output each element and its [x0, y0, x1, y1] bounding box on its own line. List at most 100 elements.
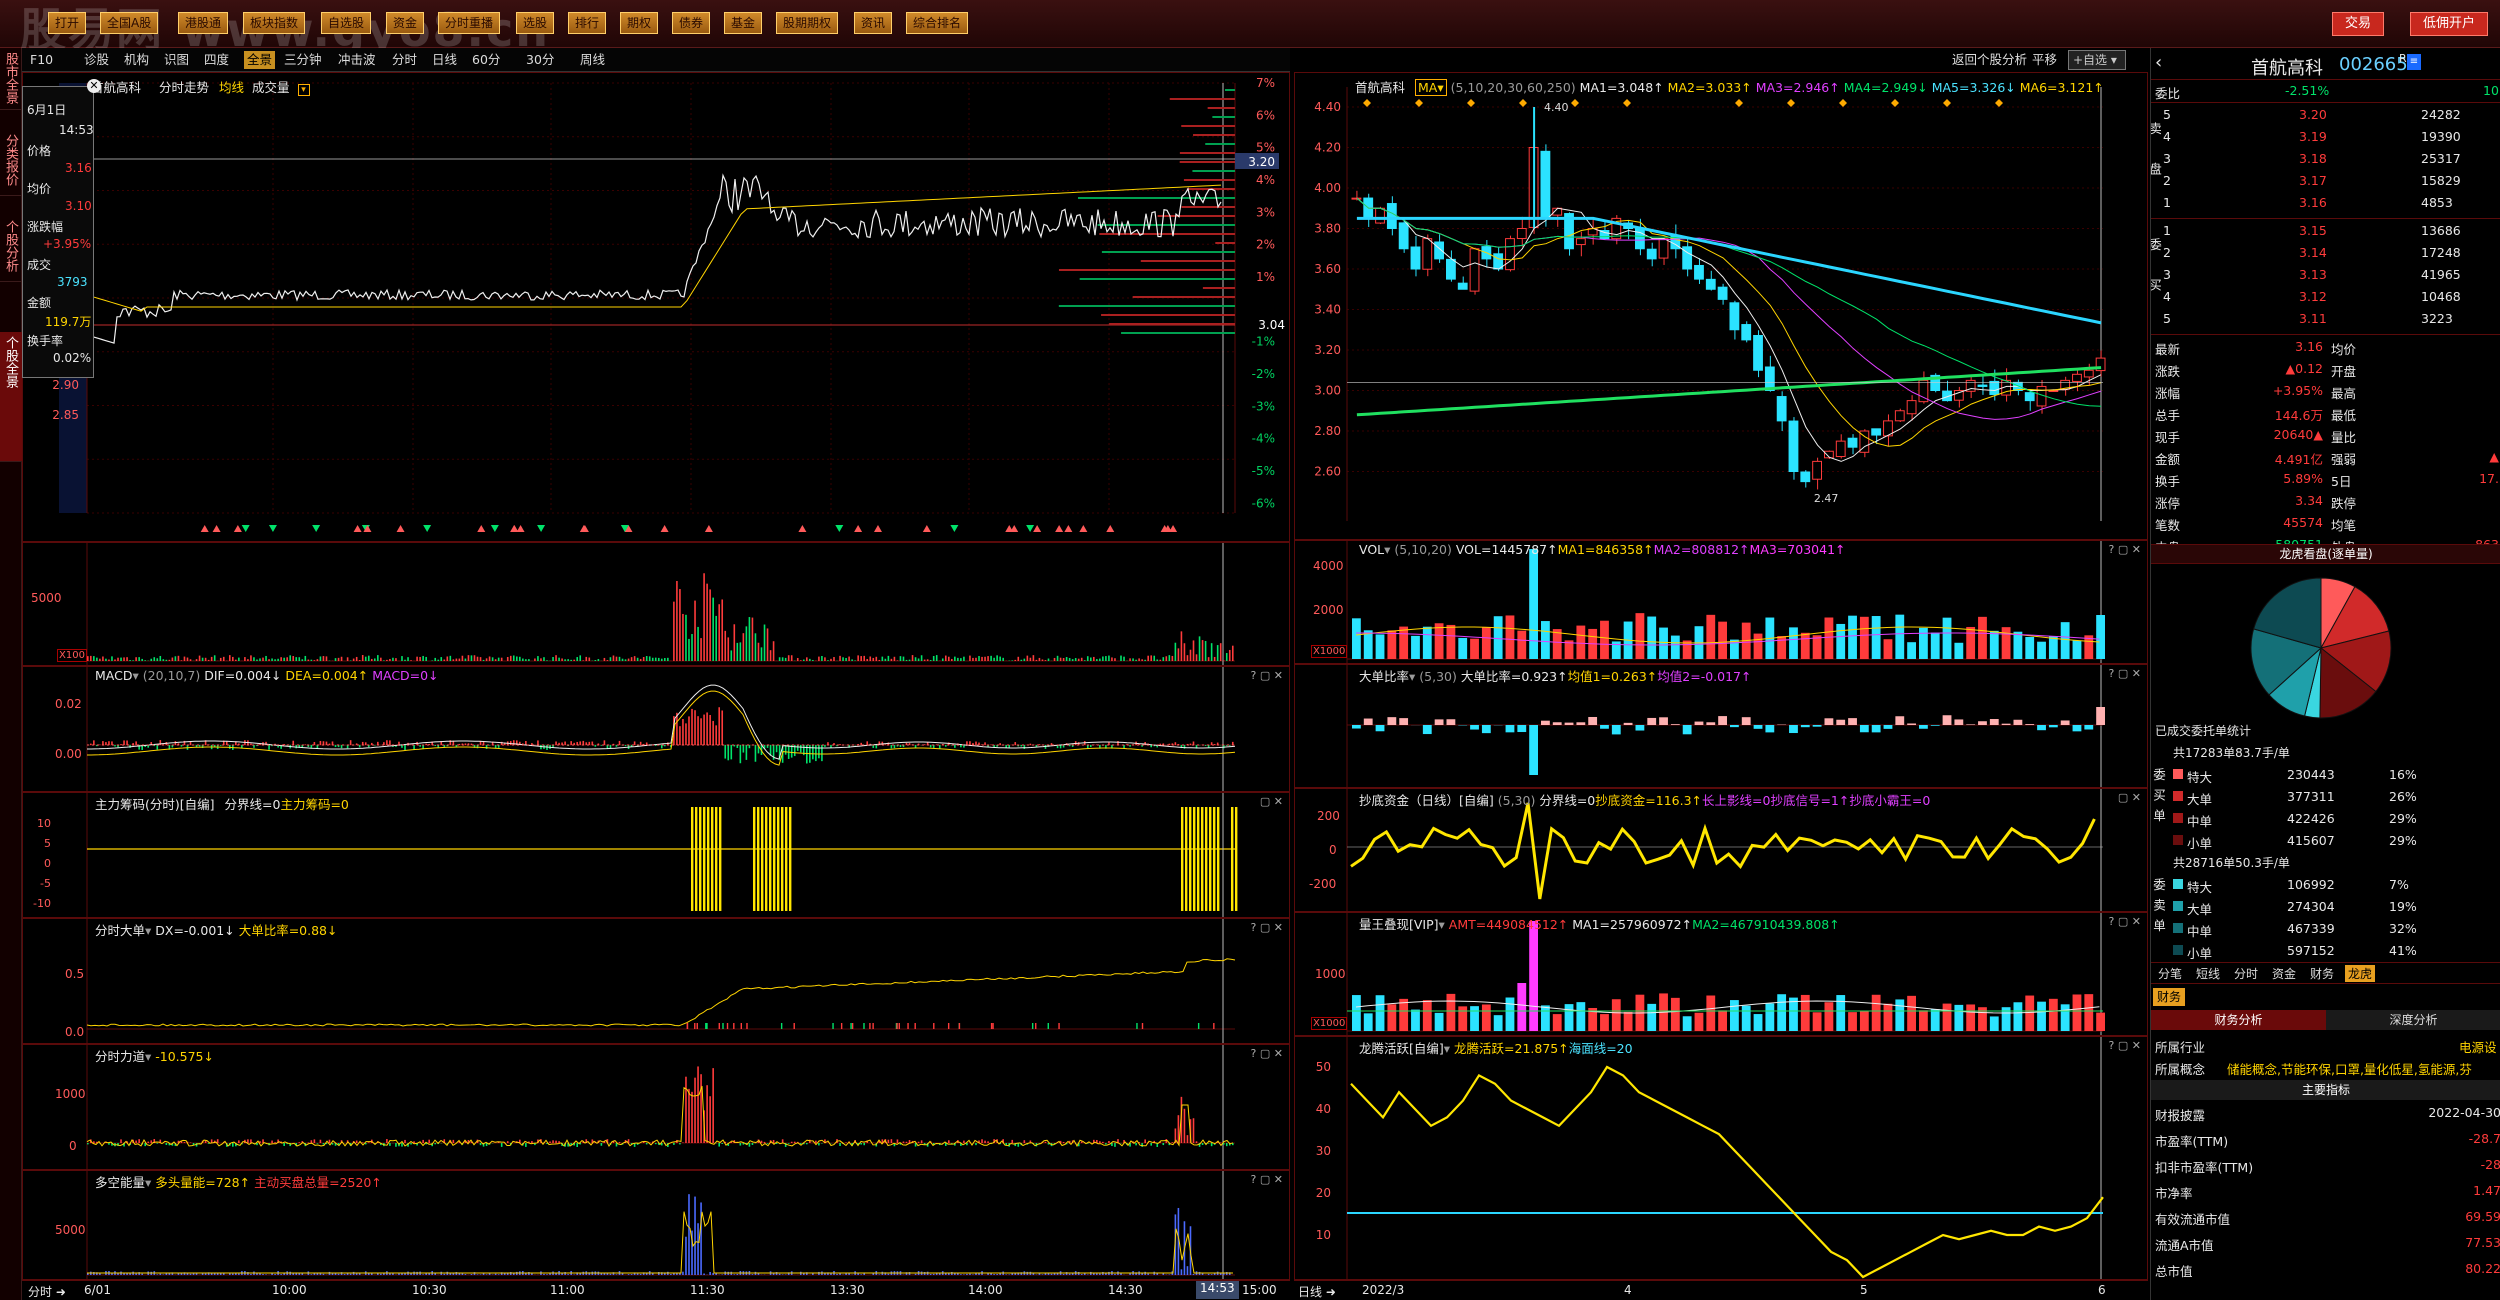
quote-tab-3[interactable]: 资金 [2269, 965, 2299, 982]
bigorder-ratio-pane[interactable]: 大单比率▾ (5,30) 大单比率=0.923↑均值1=0.263↑均值2=-0… [1294, 664, 2148, 788]
period-item-1[interactable]: 诊股 [84, 51, 109, 69]
period-item-4[interactable]: 四度 [204, 51, 229, 69]
trade-button[interactable]: 交易 [2332, 12, 2385, 36]
time-axis-mode[interactable]: 分时 ➜ [28, 1283, 66, 1300]
force-controls[interactable]: ? ▢ ✕ [1251, 1047, 1283, 1060]
period-item-10[interactable]: 60分 [472, 51, 500, 69]
buy-level-5[interactable]: 5 3.11 3223 [2151, 308, 2500, 330]
close-icon[interactable]: ✕ [87, 79, 101, 93]
period-item-7[interactable]: 冲击波 [338, 51, 376, 69]
toolbar-button-6[interactable]: 分时重播 [438, 12, 501, 34]
open-account-button[interactable]: 低佣开户 [2410, 12, 2489, 36]
sell-level-4[interactable]: 4 3.19 19390 [2151, 126, 2500, 148]
quote-tab-0[interactable]: 分笔 [2155, 965, 2185, 982]
back-to-analysis-link[interactable]: 返回个股分析 [1952, 51, 2027, 69]
period-item-6[interactable]: 三分钟 [284, 51, 322, 69]
intraday-chart-pane[interactable]: 3.163.123.083.043.002.952.902.857%6%5%4%… [22, 72, 1290, 542]
macd-pane-controls[interactable]: ? ▢ ✕ [1251, 669, 1283, 682]
info-icon[interactable]: ≡ [2407, 54, 2421, 70]
kbar [2048, 725, 2058, 728]
toolbar-button-0[interactable]: 打开 [48, 12, 87, 34]
toolbar-button-9[interactable]: 期权 [620, 12, 659, 34]
macd-pane[interactable]: MACD▾ (20,10,7) DIF=0.004↓ DEA=0.004↑ MA… [22, 666, 1290, 792]
toolbar-button-3[interactable]: 板块指数 [243, 12, 306, 34]
quote-tab-4[interactable]: 财务 [2307, 965, 2337, 982]
kline-y-label: 3.60 [1314, 262, 1341, 276]
bar [558, 657, 560, 661]
fin-subtab-deep[interactable]: 深度分析 [2326, 1010, 2500, 1030]
toolbar-button-1[interactable]: 全国A股 [100, 12, 159, 34]
flat-button[interactable]: 平移 [2032, 51, 2057, 69]
fin-tab[interactable]: 财务 [2153, 988, 2186, 1006]
sell-level-1[interactable]: 1 3.16 4853 [2151, 192, 2500, 214]
period-item-3[interactable]: 识图 [164, 51, 189, 69]
main-chips-controls[interactable]: ▢ ✕ [1260, 795, 1283, 808]
kvol-controls[interactable]: ? ▢ ✕ [2109, 543, 2141, 556]
period-item-0[interactable]: F10 [30, 51, 53, 69]
macd-name[interactable]: MACD [95, 668, 132, 683]
kline-chart-pane[interactable]: 4.40 4.20 4.00 3.80 3.60 3.40 3.20 3.00 2.80 2.60… [1294, 72, 2148, 540]
sell-level-2[interactable]: 2 3.17 15829 [2151, 170, 2500, 192]
ma-selector[interactable]: MA▾ [1415, 79, 1447, 96]
main-chips-pane[interactable]: 10 5 0 -5 -10 主力筹码(分时)[自编] 分界线=0主力筹码=0 ▢ ✕ [22, 792, 1290, 918]
cdzj-name[interactable]: 抄底资金（日线）[自编] [1359, 793, 1494, 808]
period-item-11[interactable]: 30分 [526, 51, 554, 69]
main-chips-name[interactable]: 主力筹码(分时)[自编] [95, 797, 215, 812]
period-item-12[interactable]: 周线 [580, 51, 605, 69]
toolbar-button-2[interactable]: 港股通 [178, 12, 229, 34]
period-item-2[interactable]: 机构 [124, 51, 149, 69]
sell-level-3[interactable]: 3 3.18 25317 [2151, 148, 2500, 170]
cdzj-controls[interactable]: ▢ ✕ [2118, 791, 2141, 804]
kvol-name[interactable]: VOL [1359, 542, 1384, 557]
fin-subtab-analysis[interactable]: 财务分析 [2151, 1010, 2326, 1030]
period-item-5[interactable]: 全景 [244, 51, 276, 69]
dragon-active-pane[interactable]: 50 40 30 20 10 龙腾活跃[自编]▾ 龙腾活跃=21.875↑海面线=20 … [1294, 1036, 2148, 1280]
chevron-left-icon[interactable]: ‹ [2155, 52, 2162, 73]
sidebar-tab-category[interactable]: 分类报价 [0, 130, 22, 196]
toolbar-button-14[interactable]: 综合排名 [906, 12, 969, 34]
toolbar-button-10[interactable]: 债券 [672, 12, 711, 34]
chevron-down-icon[interactable]: ▾ [297, 84, 310, 96]
kline-volume-pane[interactable]: VOL▾ (5,10,20) VOL=1445787↑MA1=846358↑MA… [1294, 540, 2148, 664]
lwdx-controls[interactable]: ? ▢ ✕ [2109, 915, 2141, 928]
buy-level-3[interactable]: 3 3.13 41965 [2151, 264, 2500, 286]
ddbl-controls[interactable]: ? ▢ ✕ [2109, 667, 2141, 680]
buy-level-1[interactable]: 1 3.15 13686 [2151, 220, 2500, 242]
add-watchlist-button[interactable]: +自选 ▾ [2068, 50, 2126, 70]
sidebar-tab-market[interactable]: 股市全景 [0, 48, 22, 110]
period-item-9[interactable]: 日线 [432, 51, 457, 69]
toolbar-button-7[interactable]: 选股 [516, 12, 555, 34]
period-item-8[interactable]: 分时 [392, 51, 417, 69]
toolbar-button-8[interactable]: 排行 [568, 12, 607, 34]
quote-tab-5[interactable]: 龙虎 [2345, 965, 2376, 982]
toolbar-button-11[interactable]: 基金 [724, 12, 763, 34]
sidebar-tab-stock-overview[interactable]: 个股全景 [0, 332, 22, 462]
energy-controls[interactable]: ? ▢ ✕ [1251, 1173, 1283, 1186]
toolbar-button-4[interactable]: 自选股 [321, 12, 372, 34]
toolbar-button-5[interactable]: 资金 [386, 12, 425, 34]
toolbar-button-12[interactable]: 股期期权 [776, 12, 839, 34]
bar [712, 597, 714, 661]
sidebar-tab-stock-analysis[interactable]: 个股分析 [0, 216, 22, 282]
bigorder-name[interactable]: 分时大单 [95, 923, 145, 938]
sell-level-5[interactable]: 5 3.20 24282 [2151, 104, 2500, 126]
lthy-controls[interactable]: ? ▢ ✕ [2109, 1039, 2141, 1052]
volume-king-pane[interactable]: 量王叠现[VIP]▾ AMT=449084512↑ MA1=257960972↑… [1294, 912, 2148, 1036]
intraday-volume-pane[interactable]: 5000 X100 [22, 542, 1290, 666]
intraday-bigorder-pane[interactable]: 分时大单▾ DX=-0.001↓ 大单比率=0.88↓ 0.5 0.0 ? ▢ … [22, 918, 1290, 1044]
buy-level-4[interactable]: 4 3.12 10468 [2151, 286, 2500, 308]
quote-tab-1[interactable]: 短线 [2193, 965, 2223, 982]
lwdx-name[interactable]: 量王叠现[VIP] [1359, 917, 1439, 932]
quote-tab-2[interactable]: 分时 [2231, 965, 2261, 982]
bigorder-controls[interactable]: ? ▢ ✕ [1251, 921, 1283, 934]
toolbar-button-13[interactable]: 资讯 [854, 12, 893, 34]
energy-name[interactable]: 多空能量 [95, 1175, 145, 1190]
bottom-fund-pane[interactable]: 抄底资金（日线）[自编] (5,30) 分界线=0抄底资金=116.3↑长上影线… [1294, 788, 2148, 912]
kline-period-mode[interactable]: 日线 ➜ [1298, 1283, 1336, 1300]
intraday-force-pane[interactable]: 分时力道▾ -10.575↓ 1000 0 ? ▢ ✕ [22, 1044, 1290, 1170]
bullbear-energy-pane[interactable]: 多空能量▾ 多头量能=728↑ 主动买盘总量=2520↑ 5000 ? ▢ ✕ [22, 1170, 1290, 1280]
force-name[interactable]: 分时力道 [95, 1049, 145, 1064]
lthy-name[interactable]: 龙腾活跃[自编] [1359, 1041, 1444, 1056]
ddbl-name[interactable]: 大单比率 [1359, 669, 1409, 684]
buy-level-2[interactable]: 2 3.14 17248 [2151, 242, 2500, 264]
